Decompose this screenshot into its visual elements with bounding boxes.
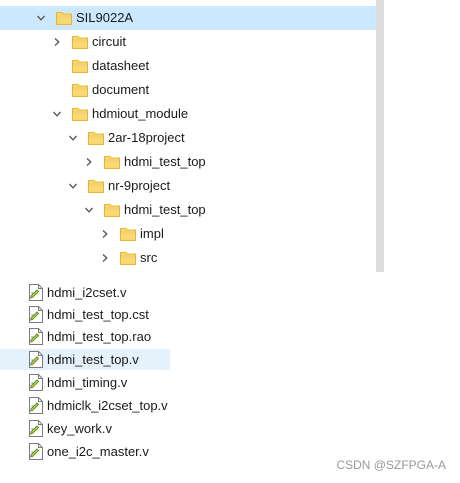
folder-icon xyxy=(120,251,136,265)
chevron-right-icon[interactable] xyxy=(52,37,62,47)
tree-row-3[interactable]: document xyxy=(0,78,370,102)
file-name: hdmi_test_top.v xyxy=(47,352,139,367)
tree-row-2[interactable]: datasheet xyxy=(0,54,370,78)
tree-row-label: SIL9022A xyxy=(76,10,134,25)
folder-icon xyxy=(72,59,88,73)
tree-row-9[interactable]: impl xyxy=(0,222,370,246)
watermark-text: CSDN @SZFPGA-A xyxy=(336,458,446,472)
folder-icon xyxy=(104,203,120,217)
chevron-down-icon[interactable] xyxy=(68,133,78,143)
file-row-2[interactable]: hdmi_test_top.rao xyxy=(0,326,190,347)
verilog-file-icon xyxy=(28,443,44,460)
file-row-4[interactable]: hdmi_timing.v xyxy=(0,372,190,393)
folder-icon xyxy=(72,35,88,49)
folder-icon xyxy=(88,131,104,145)
tree-row-5[interactable]: 2ar-18project xyxy=(0,126,370,150)
tree-row-label: impl xyxy=(140,226,164,241)
tree-row-label: src xyxy=(140,250,158,265)
chevron-down-icon[interactable] xyxy=(68,181,78,191)
vertical-scrollbar[interactable] xyxy=(376,0,384,272)
tree-row-label: 2ar-18project xyxy=(108,130,185,145)
verilog-file-icon xyxy=(28,397,44,414)
file-row-7[interactable]: one_i2c_master.v xyxy=(0,441,190,462)
file-name: hdmi_test_top.cst xyxy=(47,307,149,322)
verilog-file-icon xyxy=(28,351,44,368)
folder-icon xyxy=(56,11,72,25)
folder-icon xyxy=(120,227,136,241)
file-row-6[interactable]: key_work.v xyxy=(0,418,190,439)
chevron-down-icon[interactable] xyxy=(36,13,46,23)
file-name: hdmi_i2cset.v xyxy=(47,285,127,300)
folder-icon xyxy=(104,155,120,169)
file-row-3[interactable]: hdmi_test_top.v xyxy=(0,349,170,370)
tree-row-10[interactable]: src xyxy=(0,246,370,270)
file-row-1[interactable]: hdmi_test_top.cst xyxy=(0,304,190,325)
chevron-right-icon[interactable] xyxy=(100,229,110,239)
tree-row-label: nr-9project xyxy=(108,178,171,193)
file-name: hdmiclk_i2cset_top.v xyxy=(47,398,168,413)
tree-row-8[interactable]: hdmi_test_top xyxy=(0,198,370,222)
tree-row-label: hdmi_test_top xyxy=(124,202,206,217)
tree-row-label: datasheet xyxy=(92,58,150,73)
chevron-down-icon[interactable] xyxy=(84,205,94,215)
file-name: hdmi_test_top.rao xyxy=(47,329,152,344)
tree-row-4[interactable]: hdmiout_module xyxy=(0,102,370,126)
verilog-file-icon xyxy=(28,420,44,437)
chevron-right-icon[interactable] xyxy=(84,157,94,167)
tree-row-label: circuit xyxy=(92,34,126,49)
file-name: hdmi_timing.v xyxy=(47,375,128,390)
file-name: key_work.v xyxy=(47,421,113,436)
verilog-file-icon xyxy=(28,284,44,301)
tree-row-7[interactable]: nr-9project xyxy=(0,174,370,198)
folder-icon xyxy=(72,107,88,121)
tree-row-6[interactable]: hdmi_test_top xyxy=(0,150,370,174)
verilog-file-icon xyxy=(28,328,44,345)
verilog-file-icon xyxy=(28,374,44,391)
file-name: one_i2c_master.v xyxy=(47,444,149,459)
tree-row-0[interactable]: SIL9022A xyxy=(0,6,376,30)
tree-row-1[interactable]: circuit xyxy=(0,30,370,54)
file-row-5[interactable]: hdmiclk_i2cset_top.v xyxy=(0,395,190,416)
verilog-file-icon xyxy=(28,306,44,323)
folder-icon xyxy=(72,83,88,97)
tree-row-label: hdmi_test_top xyxy=(124,154,206,169)
folder-icon xyxy=(88,179,104,193)
tree-row-label: document xyxy=(92,82,150,97)
file-row-0[interactable]: hdmi_i2cset.v xyxy=(0,282,190,303)
tree-row-label: hdmiout_module xyxy=(92,106,189,121)
folder-tree: SIL9022A circuit datasheet document hdmiout_… xyxy=(0,0,384,272)
chevron-right-icon[interactable] xyxy=(100,253,110,263)
chevron-down-icon[interactable] xyxy=(52,109,62,119)
